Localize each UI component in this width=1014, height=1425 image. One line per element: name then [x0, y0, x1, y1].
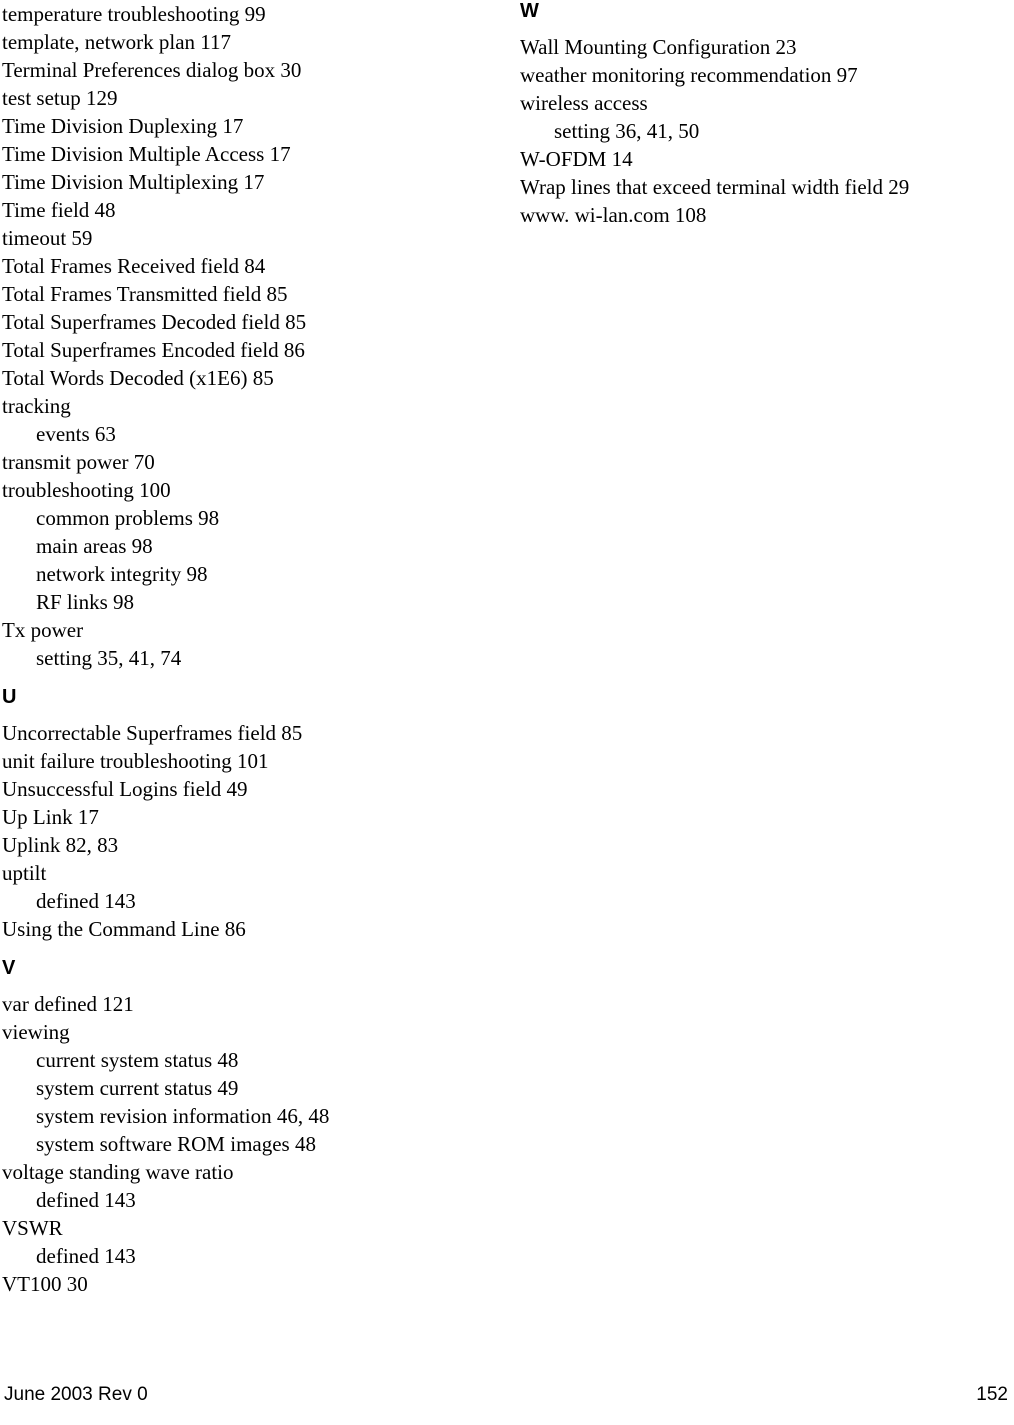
index-subentry: system revision information 46, 48: [36, 1104, 330, 1128]
index-entry-list: Wall Mounting Configuration 23 weather mo…: [520, 33, 990, 229]
index-entry: unit failure troubleshooting 101: [2, 749, 269, 773]
index-subentry: system current status 49: [36, 1076, 239, 1100]
index-entry: var defined 121: [2, 992, 134, 1016]
index-section-u: U Uncorrectable Superframes field 85 unit …: [2, 686, 472, 943]
index-entry: temperature troubleshooting 99: [2, 2, 266, 26]
index-entry: voltage standing wave ratio: [2, 1160, 234, 1184]
index-entry: troubleshooting 100: [2, 478, 171, 502]
index-entry: Time Division Multiple Access 17: [2, 142, 291, 166]
index-subentry: setting 36, 41, 50: [554, 119, 700, 143]
index-entry: Time Division Multiplexing 17: [2, 170, 265, 194]
index-entry: weather monitoring recommendation 97: [520, 63, 858, 87]
index-subentry: defined 143: [36, 889, 136, 913]
index-entry: Total Words Decoded (x1E6) 85: [2, 366, 274, 390]
index-column-right: W Wall Mounting Configuration 23 weather m…: [520, 0, 990, 229]
index-entry: Uncorrectable Superframes field 85: [2, 721, 303, 745]
index-entry: VSWR: [2, 1216, 63, 1240]
index-entry: tracking: [2, 394, 71, 418]
index-subentry: defined 143: [36, 1188, 136, 1212]
index-page: temperature troubleshooting 99 template, …: [0, 0, 1014, 1425]
index-subentry: network integrity 98: [36, 562, 208, 586]
index-entry: Uplink 82, 83: [2, 833, 119, 857]
index-entry: Total Frames Transmitted field 85: [2, 282, 288, 306]
index-entry: Time Division Duplexing 17: [2, 114, 244, 138]
index-entry: test setup 129: [2, 86, 118, 110]
index-section-v: Vvar defined 121 viewing current system st…: [2, 957, 472, 1298]
page-footer: June 2003 Rev 0 152: [0, 1383, 1014, 1413]
index-entry: Terminal Preferences dialog box 30: [2, 58, 302, 82]
index-subentry: system software ROM images 48: [36, 1132, 316, 1156]
index-section-w: W Wall Mounting Configuration 23 weather m…: [520, 0, 990, 229]
section-letter-heading: V: [2, 957, 16, 979]
index-subentry: main areas 98: [36, 534, 153, 558]
index-entry: Using the Command Line 86: [2, 917, 246, 941]
index-entry: Total Frames Received field 84: [2, 254, 266, 278]
footer-page-number: 152: [976, 1384, 1008, 1405]
index-subentry: setting 35, 41, 74: [36, 646, 182, 670]
index-subentry: current system status 48: [36, 1048, 239, 1072]
index-entry-list: var defined 121 viewing current system sta…: [2, 990, 472, 1298]
index-entry: transmit power 70: [2, 450, 155, 474]
index-column-left: temperature troubleshooting 99 template, …: [2, 0, 472, 1298]
index-columns: temperature troubleshooting 99 template, …: [0, 0, 1014, 1320]
index-entry: Total Superframes Decoded field 85: [2, 310, 307, 334]
section-letter-heading: U: [2, 686, 17, 708]
index-entry: Total Superframes Encoded field 86: [2, 338, 305, 362]
index-subentry: common problems 98: [36, 506, 220, 530]
index-entry: Wrap lines that exceed terminal width fi…: [520, 175, 910, 199]
index-entry: www. wi-lan.com 108: [520, 203, 707, 227]
index-subentry: RF links 98: [36, 590, 135, 614]
section-letter-heading: W: [520, 0, 539, 22]
index-entry: Unsuccessful Logins field 49: [2, 777, 248, 801]
index-entry: wireless access: [520, 91, 648, 115]
index-section: temperature troubleshooting 99 template, …: [2, 0, 472, 672]
index-subentry: events 63: [36, 422, 116, 446]
index-entry: Wall Mounting Configuration 23: [520, 35, 797, 59]
footer-revision-label: June 2003 Rev 0: [4, 1384, 148, 1405]
index-entry: W-OFDM 14: [520, 147, 633, 171]
index-entry: uptilt: [2, 861, 47, 885]
index-entry: VT100 30: [2, 1272, 88, 1296]
index-entry-list: Uncorrectable Superframes field 85 unit f…: [2, 719, 472, 943]
index-entry-list: temperature troubleshooting 99 template, …: [2, 0, 472, 672]
index-entry: viewing: [2, 1020, 70, 1044]
index-subentry: defined 143: [36, 1244, 136, 1268]
index-entry: template, network plan 117: [2, 30, 231, 54]
index-entry: Up Link 17: [2, 805, 99, 829]
index-entry: timeout 59: [2, 226, 93, 250]
index-entry: Time field 48: [2, 198, 116, 222]
index-entry: Tx power: [2, 618, 84, 642]
